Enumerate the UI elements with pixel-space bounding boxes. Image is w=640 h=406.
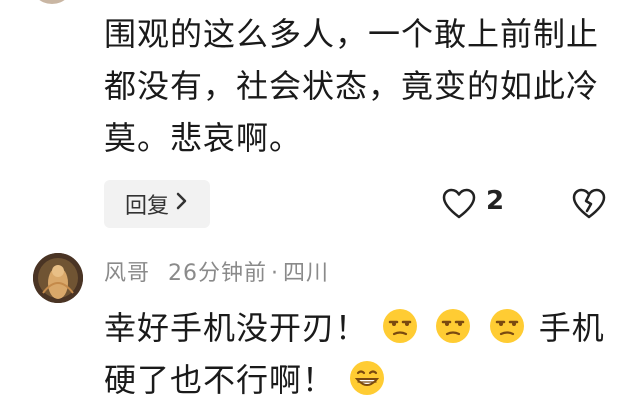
comment-actions: 回复 2 bbox=[104, 180, 624, 228]
unamused-face-icon bbox=[383, 309, 418, 343]
comment-text: 围观的这么多人，一个敢上前制止都没有，社会状态，竟变的如此冷莫。悲哀啊。 bbox=[104, 15, 600, 157]
chevron-right-icon bbox=[175, 190, 189, 218]
comment-meta: 风哥 26分钟前 · 四川 bbox=[104, 261, 330, 286]
timestamp: 26分钟前 bbox=[168, 261, 268, 286]
location: 四川 bbox=[283, 261, 330, 286]
unamused-face-icon bbox=[436, 309, 471, 343]
reply-label: 回复 bbox=[124, 194, 169, 219]
broken-heart-icon[interactable] bbox=[572, 188, 606, 220]
author-name[interactable]: 风哥 bbox=[104, 261, 150, 286]
like-count: 2 bbox=[486, 186, 505, 216]
like-heart-icon[interactable] bbox=[442, 188, 476, 220]
grinning-face-icon bbox=[350, 361, 385, 395]
reply-button[interactable]: 回复 bbox=[104, 180, 210, 228]
unamused-face-icon bbox=[489, 309, 524, 343]
avatar-previous-user[interactable] bbox=[30, 0, 74, 4]
comment-text-part1: 幸好手机没开刃！ bbox=[104, 309, 369, 347]
comment-text-2: 幸好手机没开刃！ 手机硬了也不行啊！ bbox=[104, 302, 624, 406]
avatar[interactable] bbox=[33, 253, 83, 303]
